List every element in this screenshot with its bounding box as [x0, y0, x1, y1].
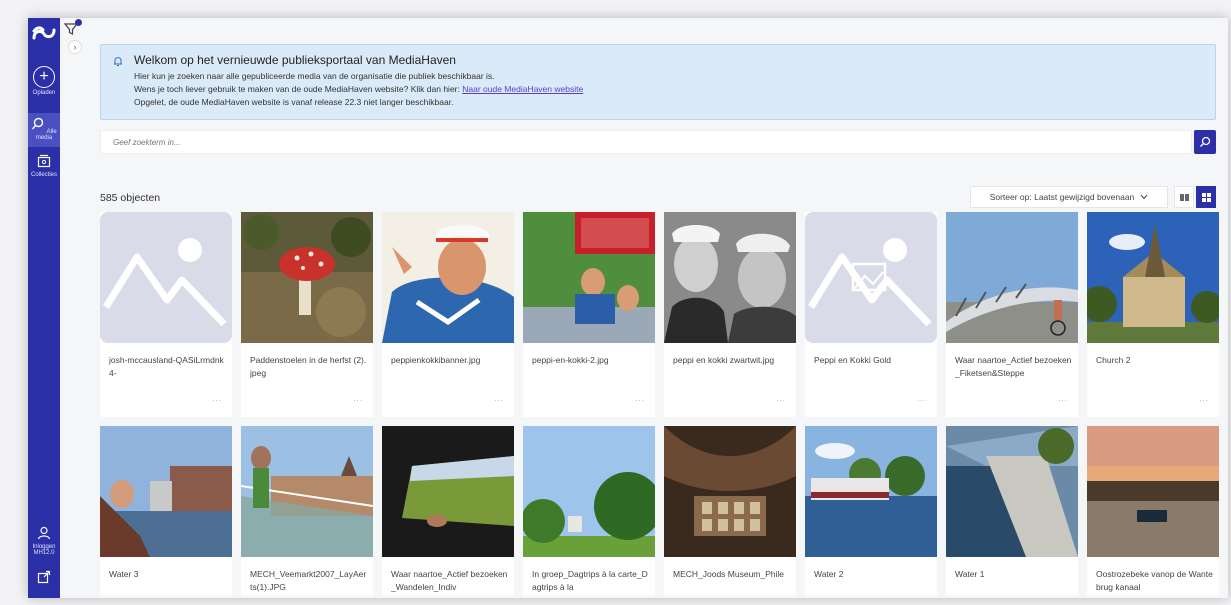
upload-label: Opladen: [32, 90, 56, 96]
media-card[interactable]: In groep_Dagtrips à la carte_Dagtrips à …: [523, 426, 655, 596]
external-link-button[interactable]: [28, 570, 60, 588]
media-card[interactable]: Water 1: [946, 426, 1078, 596]
banner-text: Hier kun je zoeken naar alle gepubliceer…: [134, 71, 495, 81]
boat-selfie-photo: [100, 426, 232, 557]
sort-dropdown[interactable]: Sorteer op: Laatst gewijzigd bovenaan: [970, 186, 1168, 208]
media-card[interactable]: Church 2 ...: [1087, 212, 1219, 417]
card-title: In groep_Dagtrips à la carte_Dagtrips à …: [532, 569, 648, 592]
card-title: Water 3: [109, 569, 139, 579]
expand-panel-button[interactable]: ›: [68, 40, 82, 54]
river-boat-photo: [805, 426, 937, 557]
media-card[interactable]: Paddenstoelen in de herfst (2).jpeg ...: [241, 212, 373, 417]
image-placeholder-icon: [100, 212, 232, 343]
card-title: peppienkokkibanner.jpg: [391, 355, 481, 365]
chevron-down-icon: [1140, 194, 1148, 200]
card-title: peppi-en-kokki-2.jpg: [532, 355, 609, 365]
grid-view-button[interactable]: [1196, 186, 1216, 208]
upload-button[interactable]: + Opladen: [28, 66, 60, 96]
bridge-photo: [946, 212, 1078, 343]
media-card[interactable]: Peppi en Kokki Gold ...: [805, 212, 937, 417]
more-options-icon[interactable]: ...: [776, 394, 786, 403]
screen: + Opladen Alle media Collecties Inloggen…: [0, 0, 1231, 605]
card-title: Waar naartoe_Actief bezoeken_Wandelen_In…: [391, 569, 508, 592]
main-content: Welkom op het vernieuwde publieksportaal…: [100, 18, 1228, 598]
media-card[interactable]: Oostrozebeke vanop de Wantebrug kanaal: [1087, 426, 1219, 596]
list-view-button[interactable]: [1174, 186, 1194, 208]
card-title: josh-mccausland-QASiLrmdnk4-: [109, 355, 224, 378]
user-icon: [37, 526, 51, 540]
card-title: Waar naartoe_Actief bezoeken_Fiketsen&St…: [955, 355, 1072, 378]
card-title: Peppi en Kokki Gold: [814, 355, 892, 365]
result-count: 585 objecten: [100, 192, 161, 204]
card-title: peppi en kokki zwartwit.jpg: [673, 355, 775, 365]
media-card[interactable]: Water 2: [805, 426, 937, 596]
media-card[interactable]: josh-mccausland-QASiLrmdnk4- ...: [100, 212, 232, 417]
media-card[interactable]: peppi en kokki zwartwit.jpg ...: [664, 212, 796, 417]
museum-photo: [664, 426, 796, 557]
media-card[interactable]: MECH_Veemarkt2007_LayAerts(1).JPG: [241, 426, 373, 596]
more-options-icon[interactable]: ...: [1199, 394, 1209, 403]
sailor-photo: [382, 212, 514, 343]
banner-text: Wens je toch liever gebruik te maken van…: [134, 84, 463, 94]
movie-poster-photo: [523, 212, 655, 343]
banner-text-link-line: Wens je toch liever gebruik te maken van…: [134, 84, 583, 94]
window-view-photo: [382, 426, 514, 557]
card-title: MECH_Veemarkt2007_LayAerts(1).JPG: [250, 569, 367, 592]
search-icon: [32, 117, 44, 130]
welcome-banner: Welkom op het vernieuwde publieksportaal…: [100, 44, 1216, 120]
external-link-icon: [37, 570, 51, 584]
old-website-link[interactable]: Naar oude MediaHaven website: [462, 84, 583, 94]
search-button[interactable]: [1194, 130, 1216, 154]
image-placeholder-icon: [805, 212, 937, 343]
media-card[interactable]: MECH_Joods Museum_Phile: [664, 426, 796, 596]
search-input[interactable]: [101, 131, 1191, 153]
church-photo: [1087, 212, 1219, 343]
more-options-icon[interactable]: ...: [494, 394, 504, 403]
sidebar-item-all-media[interactable]: Alle media: [28, 113, 60, 147]
card-title: Water 2: [814, 569, 844, 579]
version-label: MH12.0: [33, 550, 55, 556]
sidebar-item-label: Collecties: [30, 172, 57, 178]
market-photo: [241, 426, 373, 557]
media-card[interactable]: Water 3: [100, 426, 232, 596]
filter-button[interactable]: [63, 19, 82, 36]
black-white-photo: [664, 212, 796, 343]
card-title: Oostrozebeke vanop de Wantebrug kanaal: [1096, 569, 1213, 592]
sidebar-item-collections[interactable]: Collecties: [28, 154, 60, 178]
more-options-icon[interactable]: ...: [1058, 394, 1068, 403]
grid-view-icon: [1201, 192, 1211, 202]
card-title: Church 2: [1096, 355, 1131, 365]
media-card[interactable]: Waar naartoe_Actief bezoeken_Wandelen_In…: [382, 426, 514, 596]
sort-label: Sorteer op: Laatst gewijzigd bovenaan: [989, 192, 1135, 202]
sunset-canal-photo: [1087, 426, 1219, 557]
list-view-icon: [1179, 193, 1189, 201]
more-options-icon[interactable]: ...: [212, 394, 222, 403]
mediahaven-logo[interactable]: [31, 23, 57, 45]
card-title: Water 1: [955, 569, 985, 579]
plus-icon: +: [33, 66, 55, 88]
media-card[interactable]: peppienkokkibanner.jpg ...: [382, 212, 514, 417]
canal-photo: [946, 426, 1078, 557]
park-photo: [523, 426, 655, 557]
search-icon: [1200, 136, 1211, 147]
filter-badge: [75, 19, 82, 26]
media-card[interactable]: peppi-en-kokki-2.jpg ...: [523, 212, 655, 417]
more-options-icon[interactable]: ...: [917, 394, 927, 403]
app-window: + Opladen Alle media Collecties Inloggen…: [28, 18, 1228, 598]
chevron-right-icon: ›: [73, 42, 77, 52]
media-card[interactable]: Waar naartoe_Actief bezoeken_Fiketsen&St…: [946, 212, 1078, 417]
mushroom-photo: [241, 212, 373, 343]
sidebar: + Opladen Alle media Collecties Inloggen…: [28, 18, 60, 598]
banner-title: Welkom op het vernieuwde publieksportaal…: [134, 53, 456, 67]
banner-text: Opgelet, de oude MediaHaven website is v…: [134, 97, 454, 107]
card-title: Paddenstoelen in de herfst (2).jpeg: [250, 355, 367, 378]
card-title: MECH_Joods Museum_Phile: [673, 569, 785, 579]
search-bar: [100, 130, 1192, 154]
more-options-icon[interactable]: ...: [353, 394, 363, 403]
collections-icon: [37, 154, 51, 168]
login-button[interactable]: Inloggen MH12.0: [28, 526, 60, 556]
bell-icon: [114, 57, 122, 66]
more-options-icon[interactable]: ...: [635, 394, 645, 403]
